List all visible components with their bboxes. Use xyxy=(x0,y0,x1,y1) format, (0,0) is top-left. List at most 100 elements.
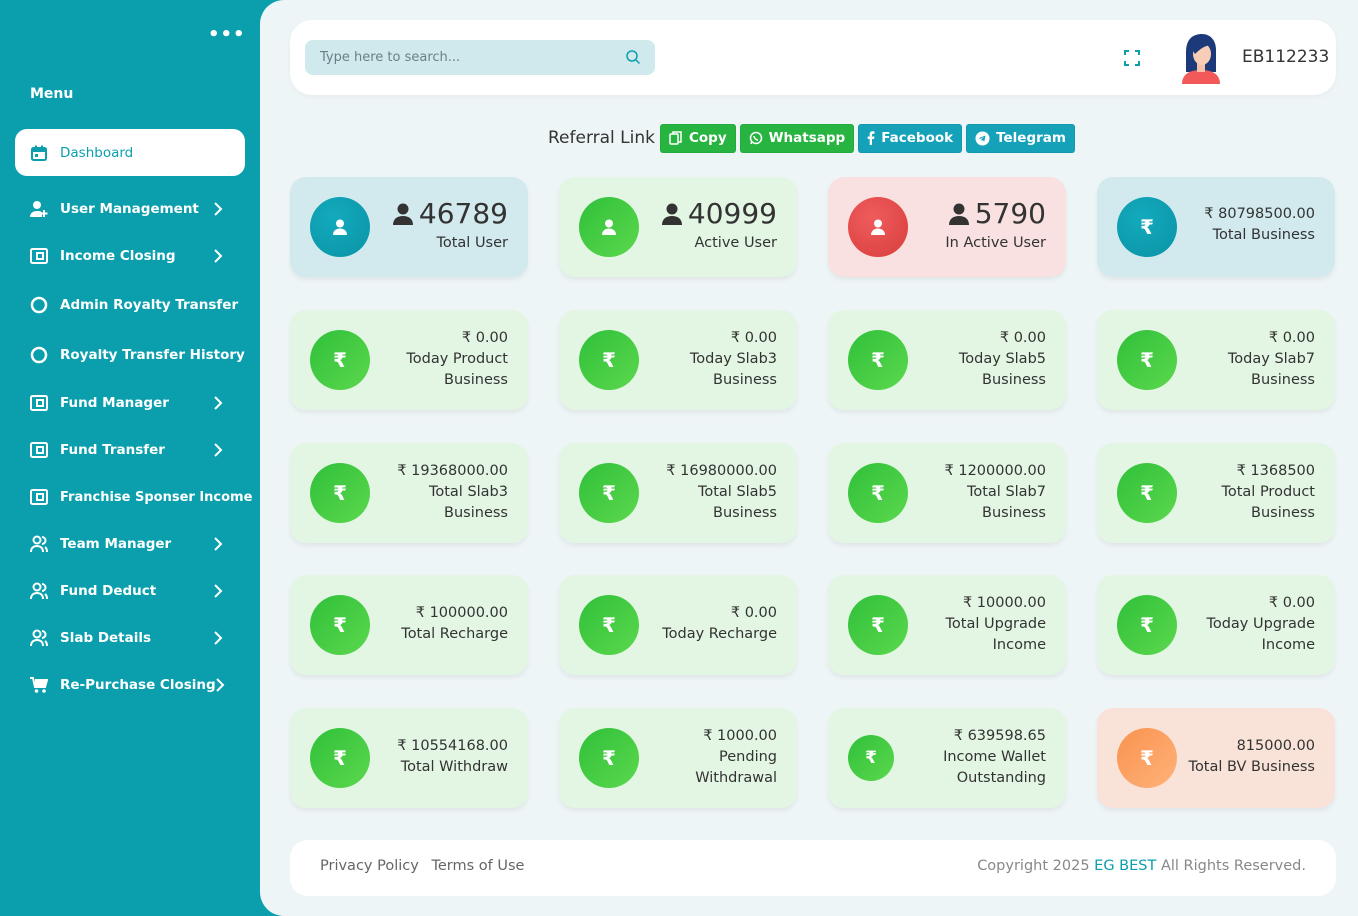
stat-value: 46789 xyxy=(392,195,508,233)
sidebar-item-team-manager[interactable]: Team Manager xyxy=(15,524,245,564)
whatsapp-button[interactable]: Whatsapp xyxy=(739,123,855,153)
rupee-icon: ₹ xyxy=(310,595,370,655)
sidebar-item-label: Admin Royalty Transfer xyxy=(60,297,239,313)
business-card: ₹ ₹ 1200000.00 Total Slab7 Business xyxy=(828,443,1066,543)
wallet-icon xyxy=(30,247,48,265)
card-label: Income xyxy=(1261,637,1315,653)
card-text: ₹ 0.00 Today Product Business xyxy=(406,328,508,391)
sidebar-item-franchise-sponser-income[interactable]: Franchise Sponser Income xyxy=(15,477,252,517)
whatsapp-label: Whatsapp xyxy=(768,130,846,146)
rupee-icon: ₹ xyxy=(579,463,639,523)
card-label: Income Wallet xyxy=(943,749,1046,765)
card-text: 815000.00 Total BV Business xyxy=(1189,736,1315,778)
fullscreen-icon[interactable] xyxy=(1123,49,1141,67)
sidebar-item-dashboard[interactable]: Dashboard xyxy=(15,129,245,176)
card-label: Total Recharge xyxy=(401,626,508,642)
chevron-right-icon xyxy=(214,396,223,410)
facebook-button[interactable]: Facebook xyxy=(858,123,963,153)
card-value: ₹ 0.00 xyxy=(1268,330,1315,346)
footer: Privacy Policy Terms of Use Copyright 20… xyxy=(290,840,1336,896)
sidebar-item-royalty-transfer-history[interactable]: Royalty Transfer History xyxy=(15,335,245,375)
rupee-icon: ₹ xyxy=(848,595,908,655)
wallet-icon xyxy=(30,488,48,506)
card-value: ₹ 10000.00 xyxy=(962,595,1046,611)
search-box xyxy=(305,40,655,75)
sidebar-item-fund-transfer[interactable]: Fund Transfer xyxy=(15,430,245,470)
card-label: Total BV Business xyxy=(1188,759,1315,775)
card-value: ₹ 0.00 xyxy=(730,330,777,346)
card-label: Business xyxy=(713,505,777,521)
card-label: Total Slab3 xyxy=(428,484,508,500)
user-id[interactable]: EB112233 xyxy=(1242,47,1329,67)
ellipsis-icon[interactable]: ••• xyxy=(208,26,246,44)
copy-button[interactable]: Copy xyxy=(660,123,736,153)
sidebar: ••• Menu Dashboard User Management Incom… xyxy=(0,0,260,916)
sidebar-item-fund-manager[interactable]: Fund Manager xyxy=(15,383,245,423)
card-value: ₹ 0.00 xyxy=(999,330,1046,346)
brand-link[interactable]: EG BEST xyxy=(1094,858,1156,874)
card-value: 815000.00 xyxy=(1236,738,1315,754)
rupee-icon: ₹ xyxy=(1117,197,1177,257)
card-value: ₹ 1368500 xyxy=(1236,463,1315,479)
sidebar-item-fund-deduct[interactable]: Fund Deduct xyxy=(15,571,245,611)
card-label: Total Product xyxy=(1221,484,1315,500)
card-text: ₹ 0.00 Today Upgrade Income xyxy=(1206,593,1315,656)
card-text: ₹ 16980000.00 Total Slab5 Business xyxy=(666,461,777,524)
telegram-button[interactable]: Telegram xyxy=(966,123,1075,153)
stat-card-total-business: ₹ ₹ 80798500.00 Total Business xyxy=(1097,177,1335,277)
privacy-policy-link[interactable]: Privacy Policy xyxy=(320,858,419,874)
card-text: ₹ 10000.00 Total Upgrade Income xyxy=(946,593,1046,656)
referral-label: Referral Link xyxy=(548,128,655,148)
card-label: Business xyxy=(1251,505,1315,521)
card-label: Withdrawal xyxy=(695,770,777,786)
sidebar-item-label: Franchise Sponser Income xyxy=(60,489,253,505)
card-label: Total Upgrade xyxy=(945,616,1046,632)
card-value: ₹ 0.00 xyxy=(730,605,777,621)
chevron-right-icon xyxy=(214,202,223,216)
rupee-icon: ₹ xyxy=(1117,595,1177,655)
business-card: ₹ ₹ 1000.00 Pending Withdrawal xyxy=(559,708,797,808)
business-card: ₹ ₹ 0.00 Today Slab5 Business xyxy=(828,310,1066,410)
rupee-icon: ₹ xyxy=(1117,728,1177,788)
sidebar-item-slab-details[interactable]: Slab Details xyxy=(15,618,245,658)
sidebar-item-user-management[interactable]: User Management xyxy=(15,189,245,229)
card-label: Total Withdraw xyxy=(400,759,508,775)
chevron-right-icon xyxy=(214,249,223,263)
card-label: Business xyxy=(713,372,777,388)
card-label: Today Slab3 xyxy=(689,351,777,367)
chevron-right-icon xyxy=(214,537,223,551)
user-icon xyxy=(661,203,682,225)
search-icon[interactable] xyxy=(625,49,641,65)
sidebar-item-admin-royalty-transfer[interactable]: Admin Royalty Transfer xyxy=(15,285,245,325)
business-card: ₹ ₹ 0.00 Today Slab3 Business xyxy=(559,310,797,410)
card-text: ₹ 0.00 Today Slab3 Business xyxy=(690,328,777,391)
card-label: Business xyxy=(444,372,508,388)
card-text: ₹ 10554168.00 Total Withdraw xyxy=(397,736,508,778)
sidebar-item-income-closing[interactable]: Income Closing xyxy=(15,236,245,276)
copy-icon xyxy=(669,131,682,145)
card-text: ₹ 19368000.00 Total Slab3 Business xyxy=(397,461,508,524)
facebook-label: Facebook xyxy=(881,130,954,146)
menu-title: Menu xyxy=(30,86,74,102)
calendar-icon xyxy=(30,144,48,162)
business-card: ₹ ₹ 10554168.00 Total Withdraw xyxy=(290,708,528,808)
card-label: Today Product xyxy=(406,351,508,367)
user-icon xyxy=(579,197,639,257)
card-label: Business xyxy=(982,505,1046,521)
sidebar-item-re-purchase-closing[interactable]: Re-Purchase Closing xyxy=(15,665,245,705)
card-text: ₹ 1200000.00 Total Slab7 Business xyxy=(945,461,1046,524)
chevron-right-icon xyxy=(214,584,223,598)
sidebar-item-label: Fund Deduct xyxy=(60,583,157,599)
top-bar: EB112233 xyxy=(290,20,1336,95)
stat-label: In Active User xyxy=(945,235,1046,251)
chevron-right-icon xyxy=(214,631,223,645)
terms-of-use-link[interactable]: Terms of Use xyxy=(431,858,524,874)
card-label: Income xyxy=(992,637,1046,653)
card-value: ₹ 0.00 xyxy=(461,330,508,346)
card-text: ₹ 0.00 Today Recharge xyxy=(662,603,777,645)
user-icon xyxy=(948,203,969,225)
footer-links: Privacy Policy Terms of Use xyxy=(320,858,532,874)
avatar[interactable] xyxy=(1178,32,1224,84)
search-input[interactable] xyxy=(305,40,615,75)
card-value: ₹ 0.00 xyxy=(1268,595,1315,611)
